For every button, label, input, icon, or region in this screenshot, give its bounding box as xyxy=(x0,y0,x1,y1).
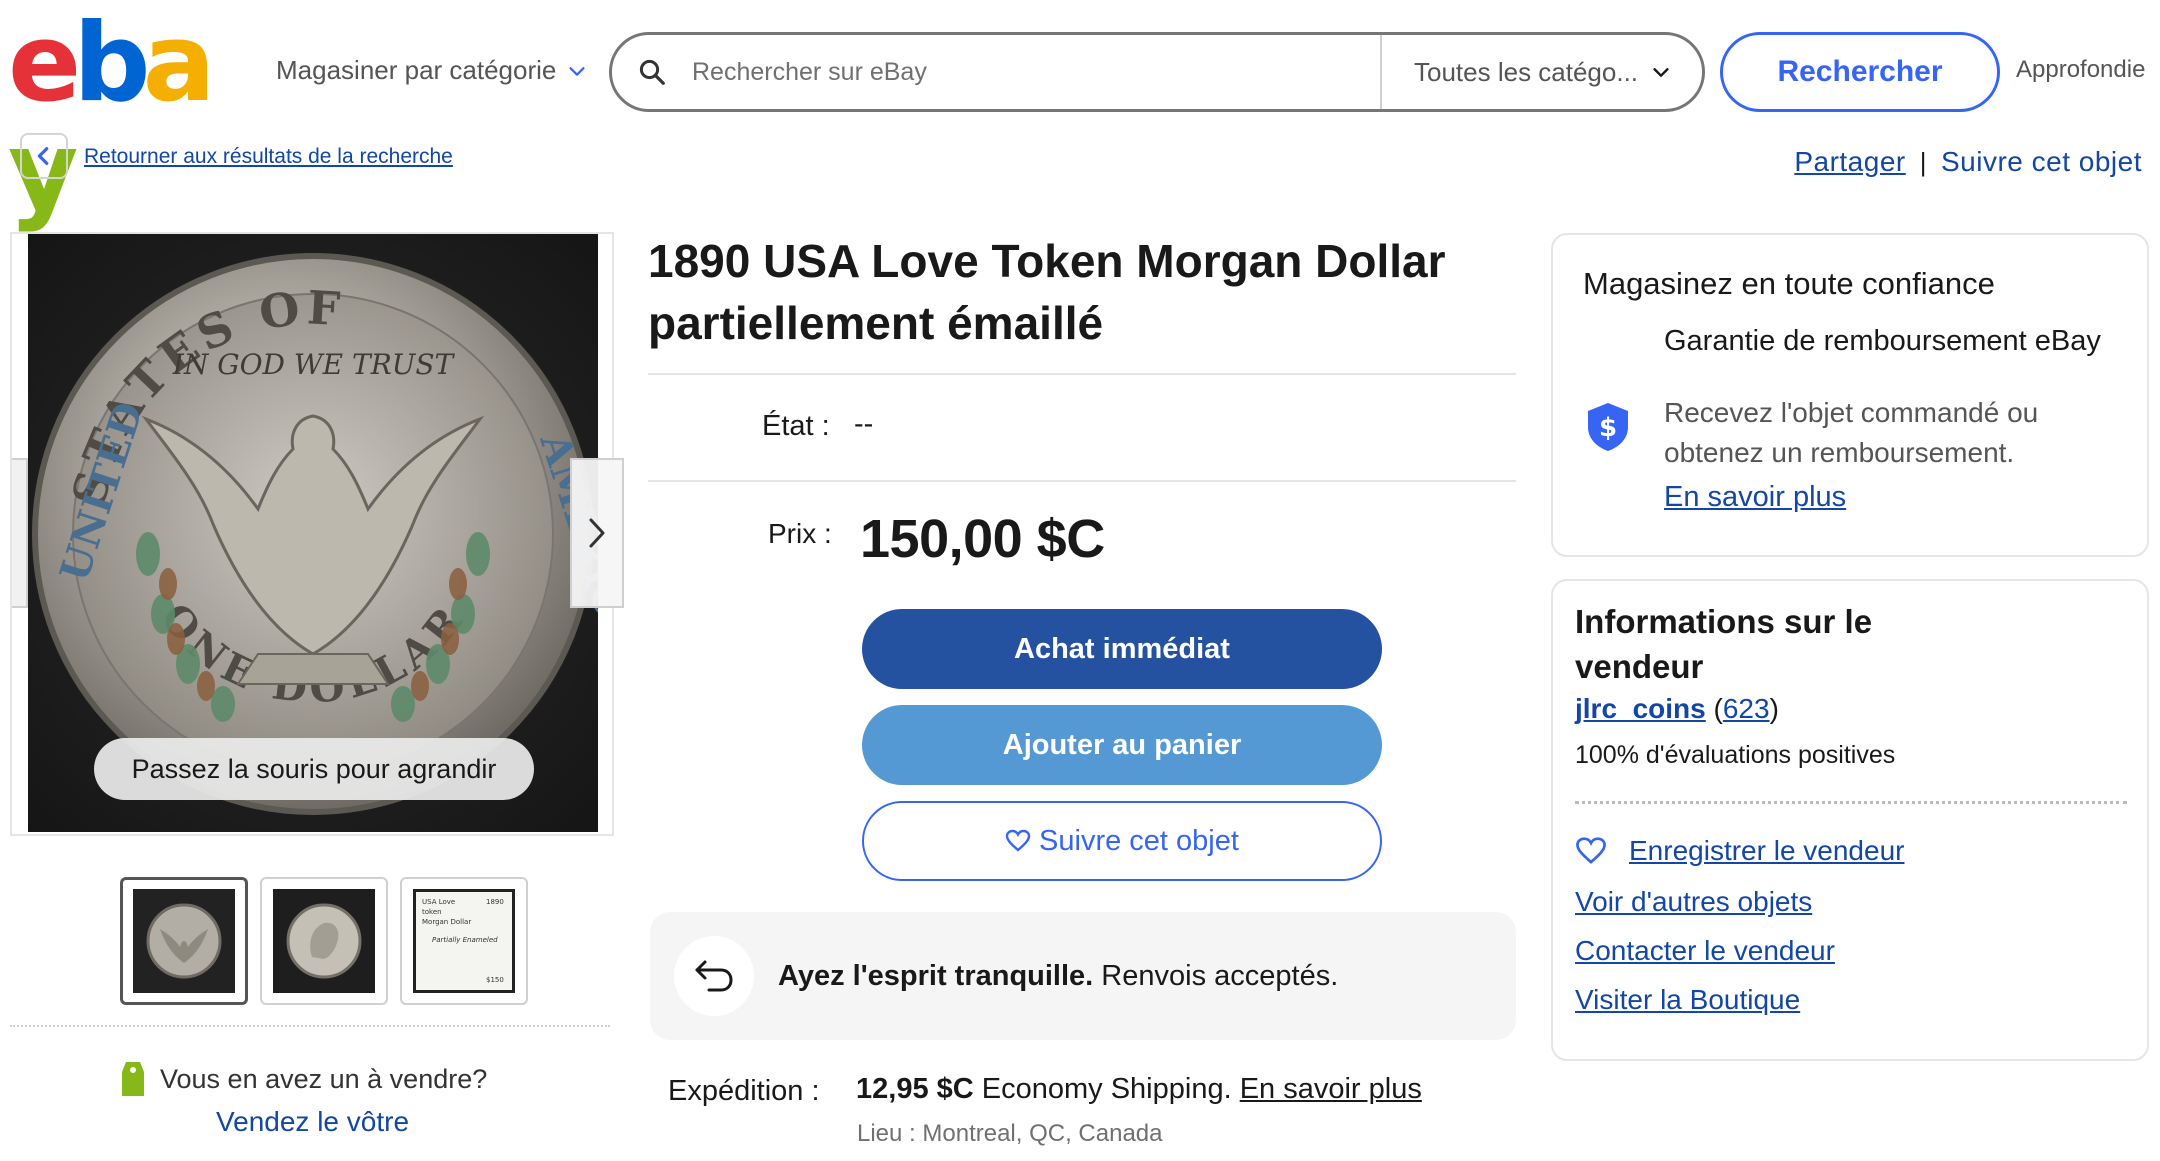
ebay-logo[interactable]: ebay xyxy=(8,1,248,226)
shield-dollar-icon: $ xyxy=(1588,403,1628,451)
back-to-results-link[interactable]: Retourner aux résultats de la recherche xyxy=(84,145,453,169)
thumbnail-note-line: $150 xyxy=(486,976,504,984)
sell-yours-link[interactable]: Vendez le vôtre xyxy=(216,1106,409,1138)
search-button[interactable]: Rechercher xyxy=(1720,32,2000,112)
seller-links: Voir d'autres objets Contacter le vendeu… xyxy=(1575,885,1835,1016)
thumbnail-note-line: Morgan Dollar xyxy=(422,918,471,926)
logo-letter-b: b xyxy=(73,1,150,126)
shipping-info: 12,95 $C Economy Shipping. En savoir plu… xyxy=(856,1073,1422,1106)
save-seller-label: Enregistrer le vendeur xyxy=(1629,835,1905,866)
feedback-count-link[interactable]: 623 xyxy=(1723,693,1770,724)
return-arrow-icon xyxy=(674,936,754,1016)
search-input[interactable] xyxy=(692,35,1380,109)
shipping-price: 12,95 $C xyxy=(856,1073,974,1105)
heart-icon xyxy=(1576,837,1606,864)
buy-now-button[interactable]: Achat immédiat xyxy=(862,609,1382,689)
seller-name-row: jlrc_coins (623) xyxy=(1575,693,1779,724)
chevron-left-icon xyxy=(37,147,49,165)
contact-seller-link[interactable]: Contacter le vendeur xyxy=(1575,934,1835,967)
logo-letter-a: a xyxy=(142,1,216,126)
main-image[interactable]: STATES OF IN GOD WE TRUST UNITED AMERICA… xyxy=(10,232,624,836)
seller-divider xyxy=(1575,801,2127,804)
seller-info-card: Informations sur le vendeur jlrc_coins (… xyxy=(1551,579,2149,1061)
condition-label: État : xyxy=(762,410,830,442)
returns-banner: Ayez l'esprit tranquille. Renvois accept… xyxy=(650,912,1516,1040)
category-select[interactable]: Toutes les catégo... xyxy=(1380,35,1702,109)
shop-by-category-label: Magasiner par catégorie xyxy=(276,55,557,85)
item-title: 1890 USA Love Token Morgan Dollar partie… xyxy=(648,235,1446,349)
shop-by-category-button[interactable]: Magasiner par catégorie xyxy=(276,55,588,86)
price-label: Prix : xyxy=(768,518,832,549)
back-button[interactable] xyxy=(20,133,68,179)
thumbnail-image xyxy=(133,889,235,993)
thumbnail-note-line: USA Love xyxy=(422,898,455,906)
watch-item-link[interactable]: Suivre cet objet xyxy=(1941,146,2142,178)
thumbnail-note-line: Partially Enameled xyxy=(432,936,498,944)
sell-question: Vous en avez un à vendre? xyxy=(160,1063,488,1094)
thumbnail-2[interactable] xyxy=(260,877,388,1005)
separator: | xyxy=(1919,146,1927,177)
returns-bold: Ayez l'esprit tranquille. xyxy=(778,959,1094,992)
confidence-title: Magasinez en toute confiance xyxy=(1583,266,1995,301)
shipping-label: Expédition : xyxy=(668,1075,820,1107)
positive-feedback: 100% d'évaluations positives xyxy=(1575,741,1896,769)
thumbnail-note-year: 1890 xyxy=(486,898,504,906)
thumbnail-note-line: token xyxy=(422,908,442,916)
visit-store-link[interactable]: Visiter la Boutique xyxy=(1575,983,1835,1016)
see-other-items-link[interactable]: Voir d'autres objets xyxy=(1575,885,1835,918)
thumbnail-image xyxy=(273,889,375,993)
thumbnail-3[interactable]: USA Love token Morgan Dollar Partially E… xyxy=(400,877,528,1005)
category-select-value: Toutes les catégo... xyxy=(1414,56,1639,87)
guarantee-description: Recevez l'objet commandé ou obtenez un r… xyxy=(1664,397,2039,468)
returns-accepted: Renvois acceptés. xyxy=(1101,959,1339,992)
money-back-guarantee: Garantie de remboursement eBay xyxy=(1664,325,2101,357)
condition-value: -- xyxy=(854,408,874,440)
gallery-divider xyxy=(10,1025,610,1027)
divider xyxy=(648,373,1516,375)
price-tag-icon xyxy=(122,1062,144,1096)
previous-image-handle[interactable] xyxy=(12,458,28,608)
chevron-down-icon xyxy=(1653,68,1669,77)
seller-info-title: Informations sur le vendeur xyxy=(1575,603,1873,685)
shipping-method: Economy Shipping. xyxy=(981,1073,1232,1105)
returns-text: Ayez l'esprit tranquille. Renvois accept… xyxy=(778,960,1338,993)
watch-item-label: Suivre cet objet xyxy=(1039,824,1239,857)
heart-icon xyxy=(1005,829,1031,852)
item-price: 150,00 $C xyxy=(860,509,1105,569)
search-icon xyxy=(612,35,692,109)
thumbnail-image: USA Love token Morgan Dollar Partially E… xyxy=(413,889,515,993)
save-seller-button[interactable]: Enregistrer le vendeur xyxy=(1575,835,1904,867)
logo-letter-e: e xyxy=(8,1,81,126)
share-link[interactable]: Partager xyxy=(1794,146,1905,178)
share-watch-links: Partager | Suivre cet objet xyxy=(1794,146,2142,178)
buyer-confidence-card: Magasinez en toute confiance Garantie de… xyxy=(1551,233,2149,557)
zoom-hint: Passez la souris pour agrandir xyxy=(94,738,534,800)
thumbnail-1[interactable] xyxy=(120,877,248,1005)
search-bar: Toutes les catégo... xyxy=(609,32,1705,112)
add-to-cart-button[interactable]: Ajouter au panier xyxy=(862,705,1382,785)
item-location: Lieu : Montreal, QC, Canada xyxy=(857,1120,1163,1147)
coin-motto: IN GOD WE TRUST xyxy=(172,348,456,381)
svg-text:$: $ xyxy=(1599,413,1617,443)
thumbnail-strip: USA Love token Morgan Dollar Partially E… xyxy=(120,877,528,1005)
shipping-learn-more-link[interactable]: En savoir plus xyxy=(1240,1073,1422,1105)
chevron-right-icon xyxy=(589,518,605,548)
divider xyxy=(648,480,1516,482)
guarantee-learn-more-link[interactable]: En savoir plus xyxy=(1664,481,1846,514)
sell-one-prompt: Vous en avez un à vendre? xyxy=(118,1058,487,1100)
advanced-search-link[interactable]: Approfondie xyxy=(2016,56,2145,84)
next-image-button[interactable] xyxy=(570,458,624,608)
watch-item-button[interactable]: Suivre cet objet xyxy=(862,801,1382,881)
seller-name-link[interactable]: jlrc_coins xyxy=(1575,693,1706,724)
chevron-down-icon xyxy=(569,66,585,76)
